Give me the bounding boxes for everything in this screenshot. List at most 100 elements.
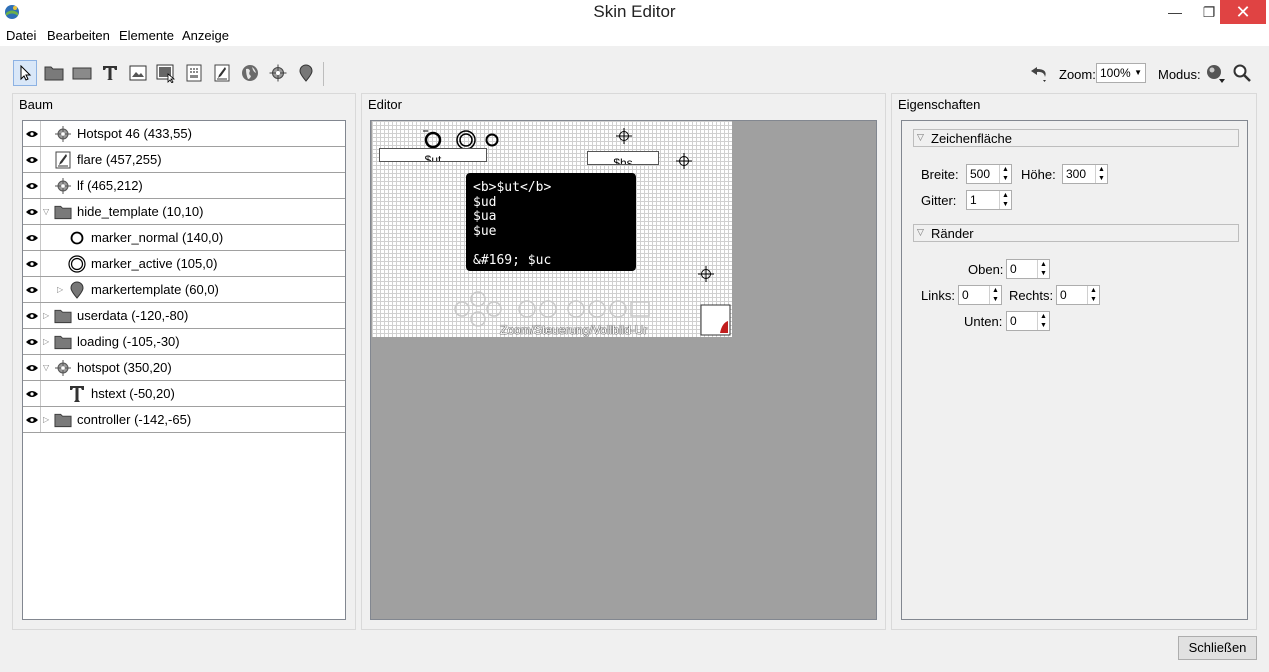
minimize-button[interactable]: — xyxy=(1158,0,1192,24)
editor-viewport[interactable]: $ut $hs <b>$ut</b> $ud $ua $ue &#169; $uc Zo… xyxy=(370,120,877,620)
collapsed-triangle-icon[interactable]: ▷ xyxy=(57,285,66,294)
grid-icon xyxy=(186,64,202,82)
bottom-border-value: 0 xyxy=(1010,314,1017,328)
folder-icon xyxy=(44,66,64,81)
rectangle-icon xyxy=(72,67,92,80)
folder-icon xyxy=(54,333,72,351)
section-borders-label: Ränder xyxy=(931,226,974,241)
menu-anzeige[interactable]: Anzeige xyxy=(182,28,229,43)
collapsed-triangle-icon[interactable]: ▷ xyxy=(43,311,52,320)
tree-item[interactable]: ▷ userdata (-120,-80) xyxy=(23,303,345,329)
spin-arrows-icon[interactable]: ▲ ▼ xyxy=(1095,165,1107,183)
height-spinbox[interactable]: 300 ▲ ▼ xyxy=(1062,164,1108,184)
spin-arrows-icon[interactable]: ▲ ▼ xyxy=(999,165,1011,183)
text-tool-button[interactable] xyxy=(98,60,122,86)
visibility-eye-icon[interactable] xyxy=(23,277,41,302)
visibility-eye-icon[interactable] xyxy=(23,251,41,276)
visibility-eye-icon[interactable] xyxy=(23,407,41,432)
flare-icon xyxy=(214,64,230,82)
tree-panel-title: Baum xyxy=(19,97,53,112)
lf-crosshair-icon xyxy=(698,266,714,282)
rectangle-tool-button[interactable] xyxy=(70,60,94,86)
tooltip-line: $ue xyxy=(473,223,497,239)
tree-item[interactable]: ▷ controller (-142,-65) xyxy=(23,407,345,433)
visibility-eye-icon[interactable] xyxy=(23,329,41,354)
zoom-select[interactable]: 100% ▼ xyxy=(1096,63,1146,83)
left-border-spinbox[interactable]: 0 ▲ ▼ xyxy=(958,285,1002,305)
collapsed-triangle-icon[interactable]: ▷ xyxy=(43,337,52,346)
tree-item[interactable]: hstext (-50,20) xyxy=(23,381,345,407)
tree-item-label: hstext (-50,20) xyxy=(91,386,175,401)
expanded-triangle-icon[interactable]: ▽ xyxy=(43,207,52,216)
tree-item[interactable]: ▷ loading (-105,-30) xyxy=(23,329,345,355)
grid-spinbox[interactable]: 1 ▲ ▼ xyxy=(966,190,1012,210)
chevron-down-icon: ▼ xyxy=(1134,68,1142,77)
flare-tool-button[interactable] xyxy=(210,60,234,86)
spin-arrows-icon[interactable]: ▲ ▼ xyxy=(999,191,1011,209)
section-borders-header[interactable]: ▽ Ränder xyxy=(913,224,1239,242)
modus-select-button[interactable] xyxy=(1203,60,1227,86)
hotspot-text-field[interactable]: $hs xyxy=(587,151,659,165)
close-window-button[interactable]: ✕ xyxy=(1220,0,1266,24)
visibility-eye-icon[interactable] xyxy=(23,199,41,224)
visibility-eye-icon[interactable] xyxy=(23,303,41,328)
visibility-eye-icon[interactable] xyxy=(23,121,41,146)
close-button[interactable]: Schließen xyxy=(1178,636,1257,660)
hotspot-tool-button[interactable] xyxy=(266,60,290,86)
zoom-mode-button[interactable] xyxy=(1230,60,1254,86)
element-tree[interactable]: Hotspot 46 (433,55) flare (457,255) lf (46… xyxy=(22,120,346,620)
image-tool-button[interactable] xyxy=(126,60,150,86)
sphere-mode-icon xyxy=(1207,65,1225,83)
toolbar: Zoom: 100% ▼ Modus: xyxy=(0,56,1269,90)
grid-tool-button[interactable] xyxy=(182,60,206,86)
undo-button[interactable] xyxy=(1027,60,1053,86)
collapsed-triangle-icon[interactable]: ▷ xyxy=(43,415,52,424)
visibility-eye-icon[interactable] xyxy=(23,173,41,198)
visibility-eye-icon[interactable] xyxy=(23,147,41,172)
tree-item[interactable]: Hotspot 46 (433,55) xyxy=(23,121,345,147)
width-value: 500 xyxy=(970,167,991,181)
spin-arrows-icon[interactable]: ▲ ▼ xyxy=(989,286,1001,304)
hotspot46-crosshair-icon xyxy=(676,153,692,169)
map-tool-button[interactable] xyxy=(238,60,262,86)
spin-arrows-icon[interactable]: ▲ ▼ xyxy=(1037,312,1049,330)
top-border-spinbox[interactable]: 0 ▲ ▼ xyxy=(1006,259,1050,279)
visibility-eye-icon[interactable] xyxy=(23,225,41,250)
expanded-triangle-icon[interactable]: ▽ xyxy=(43,363,52,372)
skin-canvas[interactable]: $ut $hs <b>$ut</b> $ud $ua $ue &#169; $uc Zo… xyxy=(372,121,732,337)
bottom-border-spinbox[interactable]: 0 ▲ ▼ xyxy=(1006,311,1050,331)
menu-datei[interactable]: Datei xyxy=(6,28,36,43)
tree-item[interactable]: flare (457,255) xyxy=(23,147,345,173)
visibility-eye-icon[interactable] xyxy=(23,355,41,380)
globe-icon xyxy=(242,65,258,81)
tooltip-line: $ud xyxy=(473,194,497,210)
tree-item-label: lf (465,212) xyxy=(77,178,143,193)
hotspot-crosshair-icon xyxy=(616,128,632,144)
visibility-eye-icon[interactable] xyxy=(23,381,41,406)
tree-item-label: hide_template (10,10) xyxy=(77,204,204,219)
tree-item[interactable]: ▽ hide_template (10,10) xyxy=(23,199,345,225)
button-tool-button[interactable] xyxy=(154,60,178,86)
userdata-title-field[interactable]: $ut xyxy=(379,148,487,162)
width-spinbox[interactable]: 500 ▲ ▼ xyxy=(966,164,1012,184)
marker-tool-button[interactable] xyxy=(294,60,318,86)
tree-item[interactable]: marker_active (105,0) xyxy=(23,251,345,277)
menu-bearbeiten[interactable]: Bearbeiten xyxy=(47,28,110,43)
tooltip-line xyxy=(473,238,629,253)
tree-item[interactable]: ▷ markertemplate (60,0) xyxy=(23,277,345,303)
right-border-spinbox[interactable]: 0 ▲ ▼ xyxy=(1056,285,1100,305)
tree-item[interactable]: lf (465,212) xyxy=(23,173,345,199)
spin-arrows-icon[interactable]: ▲ ▼ xyxy=(1037,260,1049,278)
menu-elemente[interactable]: Elemente xyxy=(119,28,174,43)
folder-tool-button[interactable] xyxy=(42,60,66,86)
tree-item-label: Hotspot 46 (433,55) xyxy=(77,126,192,141)
tree-item[interactable]: ▽ hotspot (350,20) xyxy=(23,355,345,381)
tree-item[interactable]: marker_normal (140,0) xyxy=(23,225,345,251)
bottom-border-label: Unten: xyxy=(964,314,1003,329)
grid-value: 1 xyxy=(970,193,977,207)
width-label: Breite: xyxy=(921,167,959,182)
pointer-tool-button[interactable] xyxy=(13,60,37,86)
spin-arrows-icon[interactable]: ▲ ▼ xyxy=(1087,286,1099,304)
text-icon xyxy=(68,385,86,403)
section-canvas-header[interactable]: ▽ Zeichenfläche xyxy=(913,129,1239,147)
